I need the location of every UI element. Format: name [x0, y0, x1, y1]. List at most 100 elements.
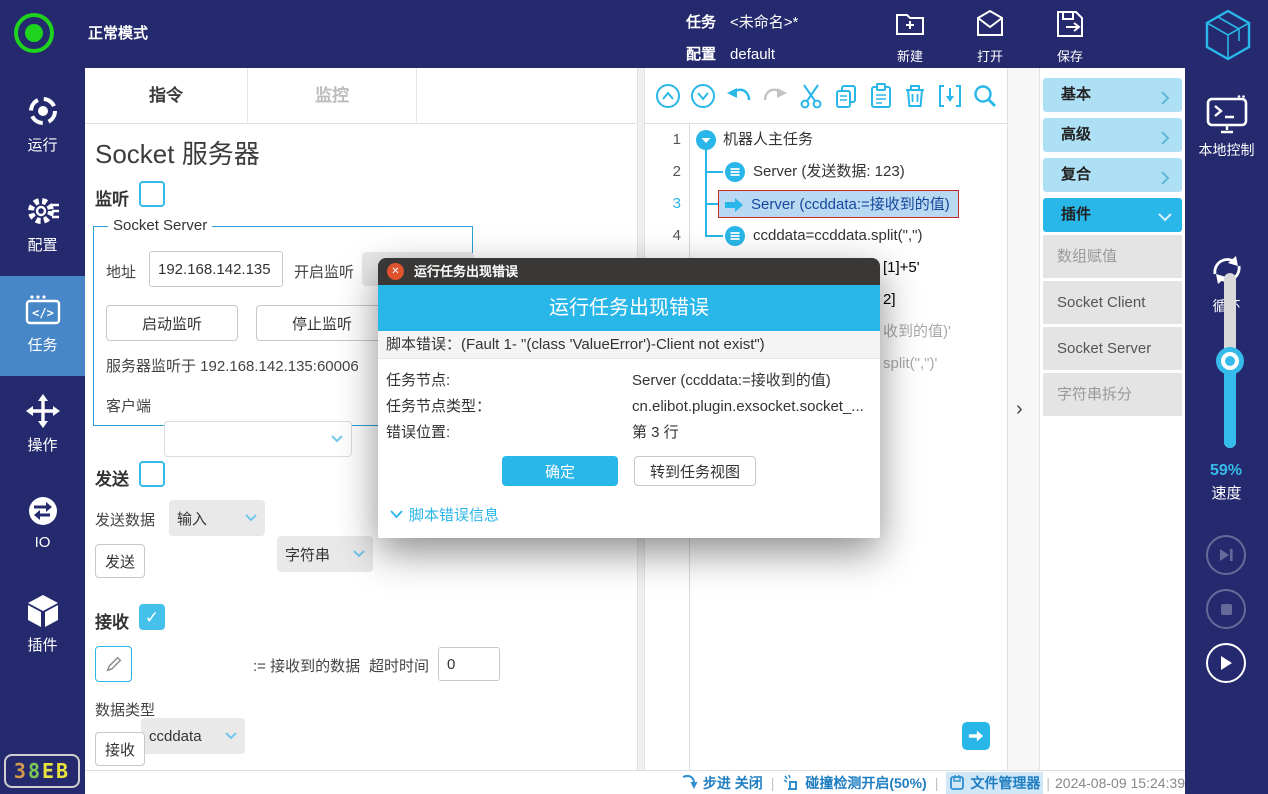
tree-row-2[interactable]: 2 Server (发送数据: 123) — [645, 156, 1008, 188]
insert-icon[interactable] — [937, 83, 963, 109]
search-icon[interactable] — [972, 83, 998, 109]
receive-button[interactable]: 接收 — [95, 732, 145, 766]
tree-node-text: ccddata=ccddata.split(",") — [753, 220, 922, 252]
config-name-row: 配置default — [686, 43, 775, 64]
receive-variable-dropdown[interactable]: ccddata — [141, 718, 245, 754]
dialog-header: 运行任务出现错误 — [378, 285, 880, 331]
edit-variable-button[interactable] — [95, 646, 132, 682]
delete-icon[interactable] — [902, 83, 928, 109]
step-forward-button[interactable] — [1206, 535, 1246, 575]
script-error-text: 脚本错误：(Fault 1- "(class 'ValueError')-Cli… — [378, 331, 880, 359]
send-section-label: 发送 — [95, 465, 129, 490]
error-position-label: 错误位置: — [386, 424, 450, 441]
send-checkbox[interactable] — [139, 461, 165, 487]
step-mode-status[interactable]: 步进 关闭 — [681, 773, 763, 793]
chevron-down-icon — [353, 550, 365, 558]
open-file-icon — [974, 8, 1006, 40]
local-control-icon[interactable] — [1205, 94, 1249, 134]
page-title: Socket 服务器 — [95, 134, 260, 171]
collapse-all-icon[interactable] — [655, 83, 681, 109]
library-item-array-assign[interactable]: 数组赋值 — [1043, 235, 1182, 278]
goto-task-view-button[interactable]: 转到任务视图 — [634, 456, 756, 486]
chevron-down-icon — [331, 435, 343, 443]
accordion-header-advanced[interactable]: 高级 — [1043, 118, 1182, 152]
config-name: default — [730, 46, 775, 63]
library-item-socket-server[interactable]: Socket Server — [1043, 327, 1182, 370]
collision-detect-status[interactable]: 碰撞检测开启(50%) — [782, 773, 926, 793]
accordion-label: 高级 — [1061, 126, 1091, 143]
undo-icon[interactable] — [725, 83, 753, 109]
nav-item-operate[interactable]: 操作 — [0, 376, 85, 476]
selected-node-box[interactable]: Server (ccddata:=接收到的值) — [718, 190, 959, 218]
timeout-input[interactable]: 0 — [438, 647, 500, 681]
tree-row-4[interactable]: 4 ccddata=ccddata.split(",") — [645, 220, 1008, 252]
speed-slider-thumb[interactable] — [1216, 347, 1244, 375]
line-number-current: 3 — [645, 188, 681, 220]
accordion-label: 复合 — [1061, 166, 1091, 183]
menu-node-icon — [725, 226, 745, 246]
listen-switch-label: 开启监听 — [294, 261, 354, 282]
library-item-string-split[interactable]: 字符串拆分 — [1043, 373, 1182, 416]
arrow-right-icon — [968, 729, 984, 743]
library-item-socket-client[interactable]: Socket Client — [1043, 281, 1182, 324]
receive-checkbox[interactable]: ✓ — [139, 604, 165, 630]
dialog-titlebar[interactable]: ✕ 运行任务出现错误 — [378, 258, 880, 285]
node-library-panel: 基本 高级 复合 插件 数组赋值 Socket Client Socket Se… — [1040, 68, 1185, 770]
nav-item-io[interactable]: IO — [0, 476, 85, 576]
status-bar: 步进 关闭 | 碰撞检测开启(50%) | 文件管理器 | 2024-08-09… — [85, 770, 1185, 794]
save-task-button[interactable]: 保存 — [1038, 8, 1102, 65]
address-input[interactable]: 192.168.142.135 — [149, 251, 283, 287]
open-task-label: 打开 — [977, 49, 1003, 64]
accordion-header-basic[interactable]: 基本 — [1043, 78, 1182, 112]
nav-item-run[interactable]: 运行 — [0, 76, 85, 176]
left-nav-rail: 运行 配置 </> 任务 操作 — [0, 68, 85, 794]
start-listen-button[interactable]: 启动监听 — [106, 305, 238, 341]
speed-percent: 59% — [1181, 462, 1268, 480]
stop-button[interactable] — [1206, 589, 1246, 629]
status-divider: | — [1046, 775, 1050, 791]
move-arrows-icon — [24, 392, 62, 430]
collapse-node-icon[interactable] — [696, 130, 716, 150]
listen-checkbox[interactable] — [139, 181, 165, 207]
accordion-header-plugin[interactable]: 插件 — [1043, 198, 1182, 232]
tree-row-1[interactable]: 1 机器人主任务 — [645, 124, 1008, 156]
top-bar: 正常模式 任务<未命名>* 配置default 新建 打开 — [0, 0, 1268, 68]
file-manager-button[interactable]: 文件管理器 — [946, 772, 1043, 794]
copy-icon[interactable] — [833, 83, 859, 109]
new-task-button[interactable]: 新建 — [878, 8, 942, 65]
next-step-button[interactable] — [962, 722, 990, 750]
tree-row-3-selected[interactable]: 3 Server (ccddata:=接收到的值) — [645, 188, 1008, 220]
stop-listen-button[interactable]: 停止监听 — [256, 305, 388, 341]
accordion-header-composite[interactable]: 复合 — [1043, 158, 1182, 192]
script-error-info-toggle[interactable]: 脚本错误信息 — [390, 504, 499, 525]
task-node-type-value: cn.elibot.plugin.exsocket.socket_... — [632, 394, 864, 419]
nav-item-task[interactable]: </> 任务 — [0, 276, 85, 376]
send-type-value: 字符串 — [285, 544, 330, 565]
line-number: 4 — [645, 220, 681, 252]
cut-icon[interactable] — [798, 83, 824, 109]
accordion-label: 基本 — [1061, 86, 1091, 103]
collision-icon — [782, 774, 800, 791]
timeout-label: 超时时间 — [369, 655, 429, 676]
send-type-dropdown[interactable]: 字符串 — [277, 536, 373, 572]
tree-node-text: [1]+5' — [883, 252, 920, 284]
send-source-dropdown[interactable]: 输入 — [169, 500, 265, 536]
paste-icon[interactable] — [868, 83, 894, 109]
close-icon[interactable]: ✕ — [387, 263, 404, 280]
open-task-button[interactable]: 打开 — [958, 8, 1022, 65]
expand-all-icon[interactable] — [690, 83, 716, 109]
expand-panel-chevron[interactable]: › — [1016, 398, 1023, 421]
play-button[interactable] — [1206, 643, 1246, 683]
tab-monitor[interactable]: 监控 — [248, 68, 417, 124]
task-label: 任务 — [686, 14, 716, 31]
run-pointer-icon — [724, 195, 744, 215]
nav-item-plugin[interactable]: 插件 — [0, 576, 85, 676]
chevron-right-icon — [1161, 171, 1170, 185]
chevron-right-icon — [1161, 131, 1170, 145]
ok-button[interactable]: 确定 — [502, 456, 618, 486]
redo-icon[interactable] — [761, 83, 789, 109]
nav-item-config[interactable]: 配置 — [0, 176, 85, 276]
client-dropdown[interactable] — [164, 421, 352, 457]
send-button[interactable]: 发送 — [95, 544, 145, 578]
tab-instruction[interactable]: 指令 — [85, 68, 248, 124]
